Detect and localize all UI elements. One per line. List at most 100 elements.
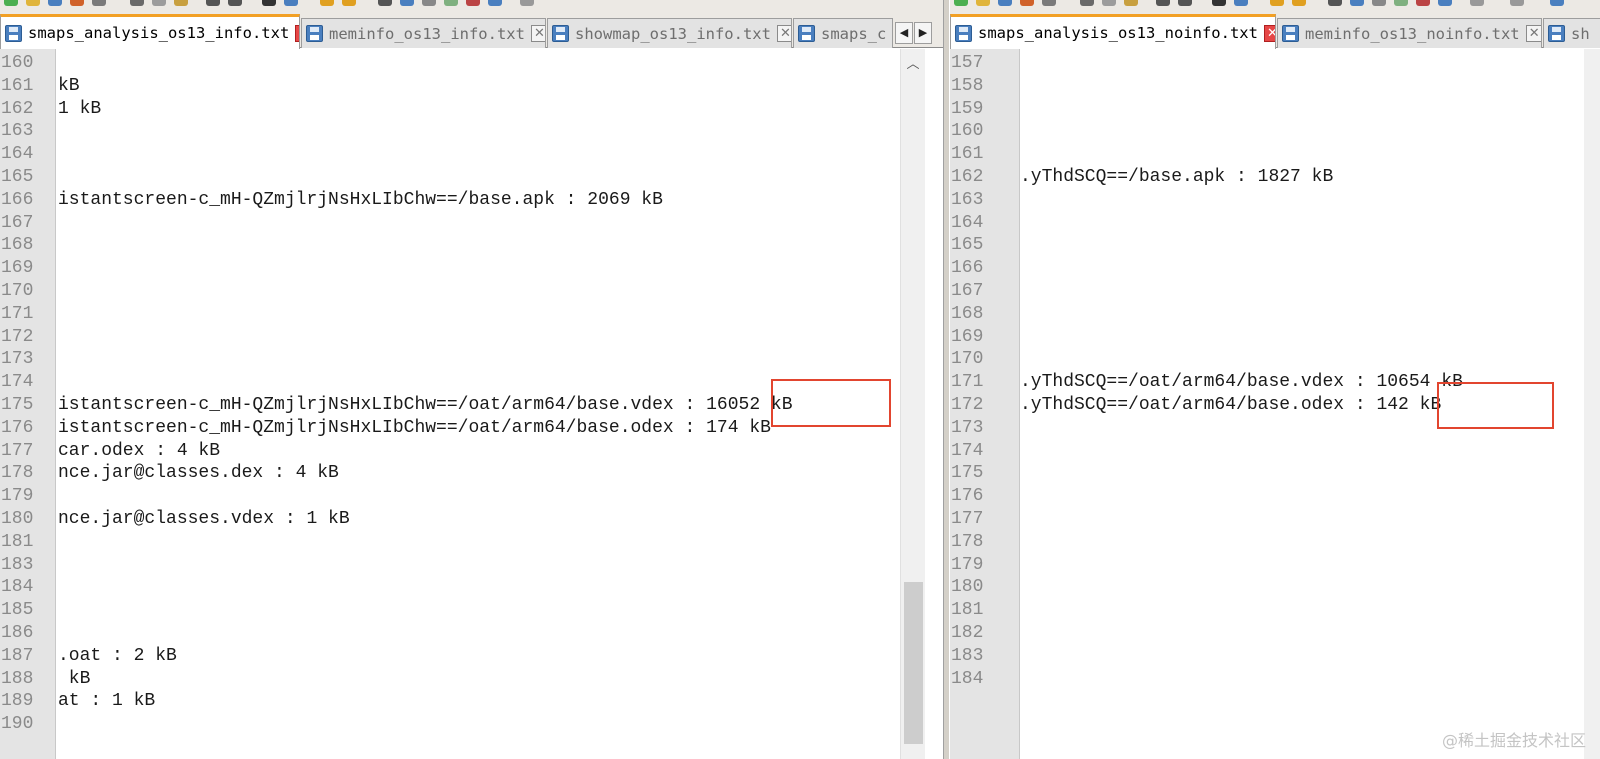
code-line[interactable]: 179 [0, 485, 943, 507]
code-line[interactable]: 168 [0, 234, 943, 256]
code-line[interactable]: 166 [950, 257, 1600, 279]
chevron-up-icon[interactable]: ︿ [901, 53, 925, 72]
code-line[interactable]: 175 [950, 462, 1600, 484]
show-chars-icon[interactable] [422, 0, 436, 6]
close-file-icon[interactable] [1020, 0, 1034, 6]
code-line[interactable]: 160 [0, 52, 943, 74]
code-line[interactable]: 164 [0, 143, 943, 165]
code-line[interactable]: 162 1 kB [0, 98, 943, 120]
show-chars-icon[interactable] [1372, 0, 1386, 6]
code-line[interactable]: 180 nce.jar@classes.vdex : 1 kB [0, 508, 943, 530]
word-wrap-icon[interactable] [400, 0, 414, 6]
triangle-right-icon[interactable]: ▶ [914, 22, 932, 44]
play-macro-icon[interactable] [488, 0, 502, 6]
code-line[interactable]: 184 [950, 668, 1600, 690]
find-icon[interactable] [1212, 0, 1226, 6]
copy-icon[interactable] [152, 0, 166, 6]
code-line[interactable]: 172 .yThdSCQ==/oat/arm64/base.odex : 142 … [950, 394, 1600, 416]
print-icon[interactable] [1042, 0, 1056, 6]
tab-smaps-analysis-os13-noinfo[interactable]: smaps_analysis_os13_noinfo.txt ✕ [950, 14, 1276, 49]
code-line[interactable]: 179 [950, 554, 1600, 576]
code-line[interactable]: 183 [0, 554, 943, 576]
close-icon[interactable]: ✕ [295, 24, 299, 42]
paste-icon[interactable] [174, 0, 188, 6]
code-line[interactable]: 169 [0, 257, 943, 279]
zoom-out-icon[interactable] [342, 0, 356, 6]
toolbar-extra-icon[interactable] [1510, 0, 1524, 6]
toolbar-extra-icon[interactable] [1550, 0, 1564, 6]
save-icon[interactable] [48, 0, 62, 6]
code-line[interactable]: 170 [950, 348, 1600, 370]
play-macro-icon[interactable] [1438, 0, 1452, 6]
replace-icon[interactable] [1234, 0, 1248, 6]
find-icon[interactable] [262, 0, 276, 6]
print-icon[interactable] [92, 0, 106, 6]
code-line[interactable]: 175 istantscreen-c_mH-QZmjlrjNsHxLIbChw==… [0, 394, 943, 416]
code-line[interactable]: 158 [950, 75, 1600, 97]
code-line[interactable]: 173 [0, 348, 943, 370]
redo-icon[interactable] [1178, 0, 1192, 6]
record-macro-icon[interactable] [1416, 0, 1430, 6]
sync-scroll-icon[interactable] [1328, 0, 1342, 6]
close-icon[interactable]: ✕ [1525, 25, 1541, 42]
replace-icon[interactable] [284, 0, 298, 6]
code-line[interactable]: 162 .yThdSCQ==/base.apk : 1827 kB [950, 166, 1600, 188]
zoom-in-icon[interactable] [1270, 0, 1284, 6]
code-line[interactable]: 174 [950, 440, 1600, 462]
code-line[interactable]: 161 kB [0, 75, 943, 97]
code-line[interactable]: 165 [950, 234, 1600, 256]
pane-splitter[interactable] [943, 0, 950, 759]
code-line[interactable]: 163 [950, 189, 1600, 211]
code-line[interactable]: 167 [950, 280, 1600, 302]
code-line[interactable]: 184 [0, 576, 943, 598]
tab-smaps-c[interactable]: smaps_c [793, 18, 893, 48]
undo-icon[interactable] [1156, 0, 1170, 6]
code-line[interactable]: 169 [950, 326, 1600, 348]
code-line[interactable]: 180 [950, 576, 1600, 598]
scrollbar-thumb[interactable] [904, 582, 923, 744]
code-line[interactable]: 172 [0, 326, 943, 348]
code-line[interactable]: 187 .oat : 2 kB [0, 645, 943, 667]
redo-icon[interactable] [228, 0, 242, 6]
new-file-icon[interactable] [954, 0, 968, 6]
code-line[interactable]: 185 [0, 599, 943, 621]
code-line[interactable]: 170 [0, 280, 943, 302]
code-line[interactable]: 165 [0, 166, 943, 188]
code-line[interactable]: 160 [950, 120, 1600, 142]
vertical-scrollbar[interactable]: ︿ [900, 49, 925, 759]
triangle-left-icon[interactable]: ◀ [895, 22, 913, 44]
code-line[interactable]: 174 [0, 371, 943, 393]
code-line[interactable]: 161 [950, 143, 1600, 165]
code-line[interactable]: 176 [950, 485, 1600, 507]
zoom-out-icon[interactable] [1292, 0, 1306, 6]
code-line[interactable]: 168 [950, 303, 1600, 325]
code-line[interactable]: 166 istantscreen-c_mH-QZmjlrjNsHxLIbChw==… [0, 189, 943, 211]
close-icon[interactable]: ✕ [1263, 24, 1275, 42]
code-line[interactable]: 167 [0, 212, 943, 234]
code-line[interactable]: 189 at : 1 kB [0, 690, 943, 712]
code-line[interactable]: 181 [950, 599, 1600, 621]
code-line[interactable]: 171 [0, 303, 943, 325]
code-line[interactable]: 173 [950, 417, 1600, 439]
indent-guide-icon[interactable] [444, 0, 458, 6]
code-line[interactable]: 176 istantscreen-c_mH-QZmjlrjNsHxLIbChw==… [0, 417, 943, 439]
vertical-scrollbar[interactable] [1584, 49, 1600, 759]
zoom-in-icon[interactable] [320, 0, 334, 6]
cut-icon[interactable] [1080, 0, 1094, 6]
code-line[interactable]: 182 [950, 622, 1600, 644]
code-line[interactable]: 157 [950, 52, 1600, 74]
close-file-icon[interactable] [70, 0, 84, 6]
code-line[interactable]: 181 [0, 531, 943, 553]
tab-meminfo-os13-info[interactable]: meminfo_os13_info.txt ✕ [301, 18, 546, 48]
code-line[interactable]: 183 [950, 645, 1600, 667]
open-file-icon[interactable] [976, 0, 990, 6]
toolbar-extra-icon[interactable] [520, 0, 534, 6]
code-line[interactable]: 177 [950, 508, 1600, 530]
code-line[interactable]: 159 [950, 98, 1600, 120]
code-line[interactable]: 178 nce.jar@classes.dex : 4 kB [0, 462, 943, 484]
code-line[interactable]: 178 [950, 531, 1600, 553]
tab-sh[interactable]: sh [1543, 18, 1600, 48]
tab-meminfo-os13-noinfo[interactable]: meminfo_os13_noinfo.txt ✕ [1277, 18, 1542, 48]
paste-icon[interactable] [1124, 0, 1138, 6]
sync-scroll-icon[interactable] [378, 0, 392, 6]
